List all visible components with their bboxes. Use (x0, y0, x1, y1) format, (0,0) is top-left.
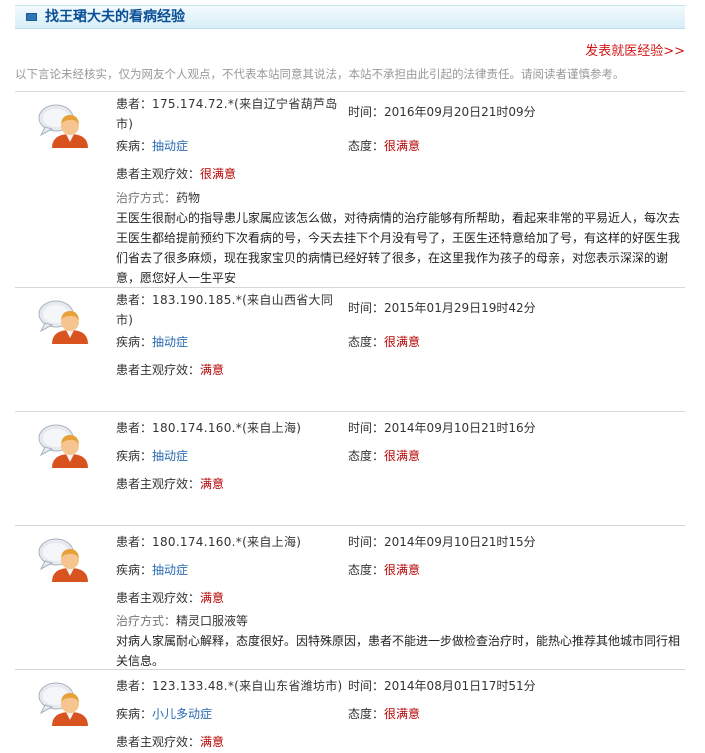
effect-value: 满意 (200, 477, 225, 491)
effect-label: 患者主观疗效： (116, 735, 201, 749)
time-label: 时间： (348, 301, 385, 315)
post-experience-link[interactable]: 发表就医经验>> (585, 44, 685, 60)
patient-ip: 123.133.48.*(来自山东省潍坊市) (152, 679, 343, 693)
method-value: 精灵口服液等 (176, 614, 249, 628)
time-info: 时间：2016年09月20日21时09分 (348, 102, 536, 122)
effect-info: 患者主观疗效：很满意 (116, 164, 236, 184)
effect-label: 患者主观疗效： (116, 477, 201, 491)
patient-ip: 180.174.160.*(来自上海) (152, 421, 302, 435)
method-label: 治疗方式： (116, 191, 177, 205)
review-record: 患者：183.190.185.*(来自山西省大同市) 时间：2015年01月29… (15, 287, 685, 411)
time-value: 2014年09月10日21时16分 (384, 421, 536, 435)
attitude-info: 态度：很满意 (348, 560, 420, 580)
time-value: 2015年01月29日19时42分 (384, 301, 536, 315)
patient-info: 患者：123.133.48.*(来自山东省潍坊市) (116, 676, 346, 696)
method-info: 治疗方式：药物 (116, 188, 200, 208)
section-title: 找王珺大夫的看病经验 (45, 9, 185, 25)
review-record: 患者：180.174.160.*(来自上海) 时间：2014年09月10日21时… (15, 411, 685, 525)
patient-label: 患者： (116, 679, 153, 693)
effect-label: 患者主观疗效： (116, 363, 201, 377)
effect-info: 患者主观疗效：满意 (116, 588, 224, 608)
disease-label: 疾病： (116, 563, 153, 577)
disease-info: 疾病：抽动症 (116, 560, 188, 580)
disease-info: 疾病：小儿多动症 (116, 704, 212, 724)
patient-label: 患者： (116, 421, 153, 435)
disease-link[interactable]: 抽动症 (152, 139, 188, 153)
disease-info: 疾病：抽动症 (116, 332, 188, 352)
user-avatar-icon (37, 680, 89, 726)
attitude-label: 态度： (348, 707, 385, 721)
attitude-info: 态度：很满意 (348, 446, 420, 466)
attitude-value: 很满意 (384, 563, 421, 577)
attitude-value: 很满意 (384, 707, 421, 721)
time-label: 时间： (348, 535, 385, 549)
time-info: 时间：2014年09月10日21时15分 (348, 532, 536, 552)
section-header: 找王珺大夫的看病经验 (15, 5, 685, 29)
user-avatar-icon (37, 298, 89, 344)
disease-info: 疾病：抽动症 (116, 136, 188, 156)
time-value: 2016年09月20日21时09分 (384, 105, 536, 119)
time-info: 时间：2015年01月29日19时42分 (348, 298, 536, 318)
attitude-info: 态度：很满意 (348, 704, 420, 724)
user-avatar-icon (37, 536, 89, 582)
effect-value: 很满意 (200, 167, 237, 181)
attitude-label: 态度： (348, 335, 385, 349)
time-info: 时间：2014年08月01日17时51分 (348, 676, 536, 696)
method-info: 治疗方式：精灵口服液等 (116, 611, 248, 631)
patient-info: 患者：175.174.72.*(来自辽宁省葫芦岛市) (116, 94, 346, 134)
user-avatar-icon (37, 422, 89, 468)
disclaimer-text: 以下言论未经核实，仅为网友个人观点，不代表本站同意其说法，本站不承担由此引起的法… (15, 67, 625, 81)
time-value: 2014年08月01日17时51分 (384, 679, 536, 693)
effect-value: 满意 (200, 591, 225, 605)
method-label: 治疗方式： (116, 614, 177, 628)
review-record: 患者：175.174.72.*(来自辽宁省葫芦岛市) 时间：2016年09月20… (15, 91, 685, 287)
disease-info: 疾病：抽动症 (116, 446, 188, 466)
attitude-value: 很满意 (384, 139, 421, 153)
patient-label: 患者： (116, 97, 153, 111)
disease-link[interactable]: 抽动症 (152, 563, 188, 577)
effect-value: 满意 (200, 363, 225, 377)
attitude-label: 态度： (348, 563, 385, 577)
effect-label: 患者主观疗效： (116, 167, 201, 181)
attitude-label: 态度： (348, 139, 385, 153)
patient-info: 患者：180.174.160.*(来自上海) (116, 418, 346, 438)
disease-label: 疾病： (116, 449, 153, 463)
effect-info: 患者主观疗效：满意 (116, 474, 224, 494)
effect-info: 患者主观疗效：满意 (116, 360, 224, 380)
review-record: 患者：123.133.48.*(来自山东省潍坊市) 时间：2014年08月01日… (15, 669, 685, 753)
patient-label: 患者： (116, 535, 153, 549)
time-label: 时间： (348, 679, 385, 693)
review-content: 王医生很耐心的指导患儿家属应该怎么做，对待病情的治疗能够有所帮助，看起来非常的平… (116, 211, 681, 285)
attitude-info: 态度：很满意 (348, 136, 420, 156)
patient-info: 患者：183.190.185.*(来自山西省大同市) (116, 290, 346, 330)
effect-info: 患者主观疗效：满意 (116, 732, 224, 752)
time-info: 时间：2014年09月10日21时16分 (348, 418, 536, 438)
patient-label: 患者： (116, 293, 153, 307)
disease-label: 疾病： (116, 139, 153, 153)
user-avatar-icon (37, 102, 89, 148)
disease-link[interactable]: 抽动症 (152, 335, 188, 349)
review-record: 患者：180.174.160.*(来自上海) 时间：2014年09月10日21时… (15, 525, 685, 669)
attitude-value: 很满意 (384, 449, 421, 463)
effect-label: 患者主观疗效： (116, 591, 201, 605)
review-content: 对病人家属耐心解释，态度很好。因特殊原因，患者不能进一步做检查治疗时，能热心推荐… (116, 634, 681, 668)
effect-value: 满意 (200, 735, 225, 749)
attitude-label: 态度： (348, 449, 385, 463)
patient-ip: 180.174.160.*(来自上海) (152, 535, 302, 549)
time-label: 时间： (348, 105, 385, 119)
attitude-value: 很满意 (384, 335, 421, 349)
disease-label: 疾病： (116, 335, 153, 349)
method-value: 药物 (176, 191, 201, 205)
time-value: 2014年09月10日21时15分 (384, 535, 536, 549)
header-marker-icon (26, 13, 37, 21)
time-label: 时间： (348, 421, 385, 435)
attitude-info: 态度：很满意 (348, 332, 420, 352)
disease-link[interactable]: 小儿多动症 (152, 707, 212, 721)
patient-info: 患者：180.174.160.*(来自上海) (116, 532, 346, 552)
disease-link[interactable]: 抽动症 (152, 449, 188, 463)
disease-label: 疾病： (116, 707, 153, 721)
